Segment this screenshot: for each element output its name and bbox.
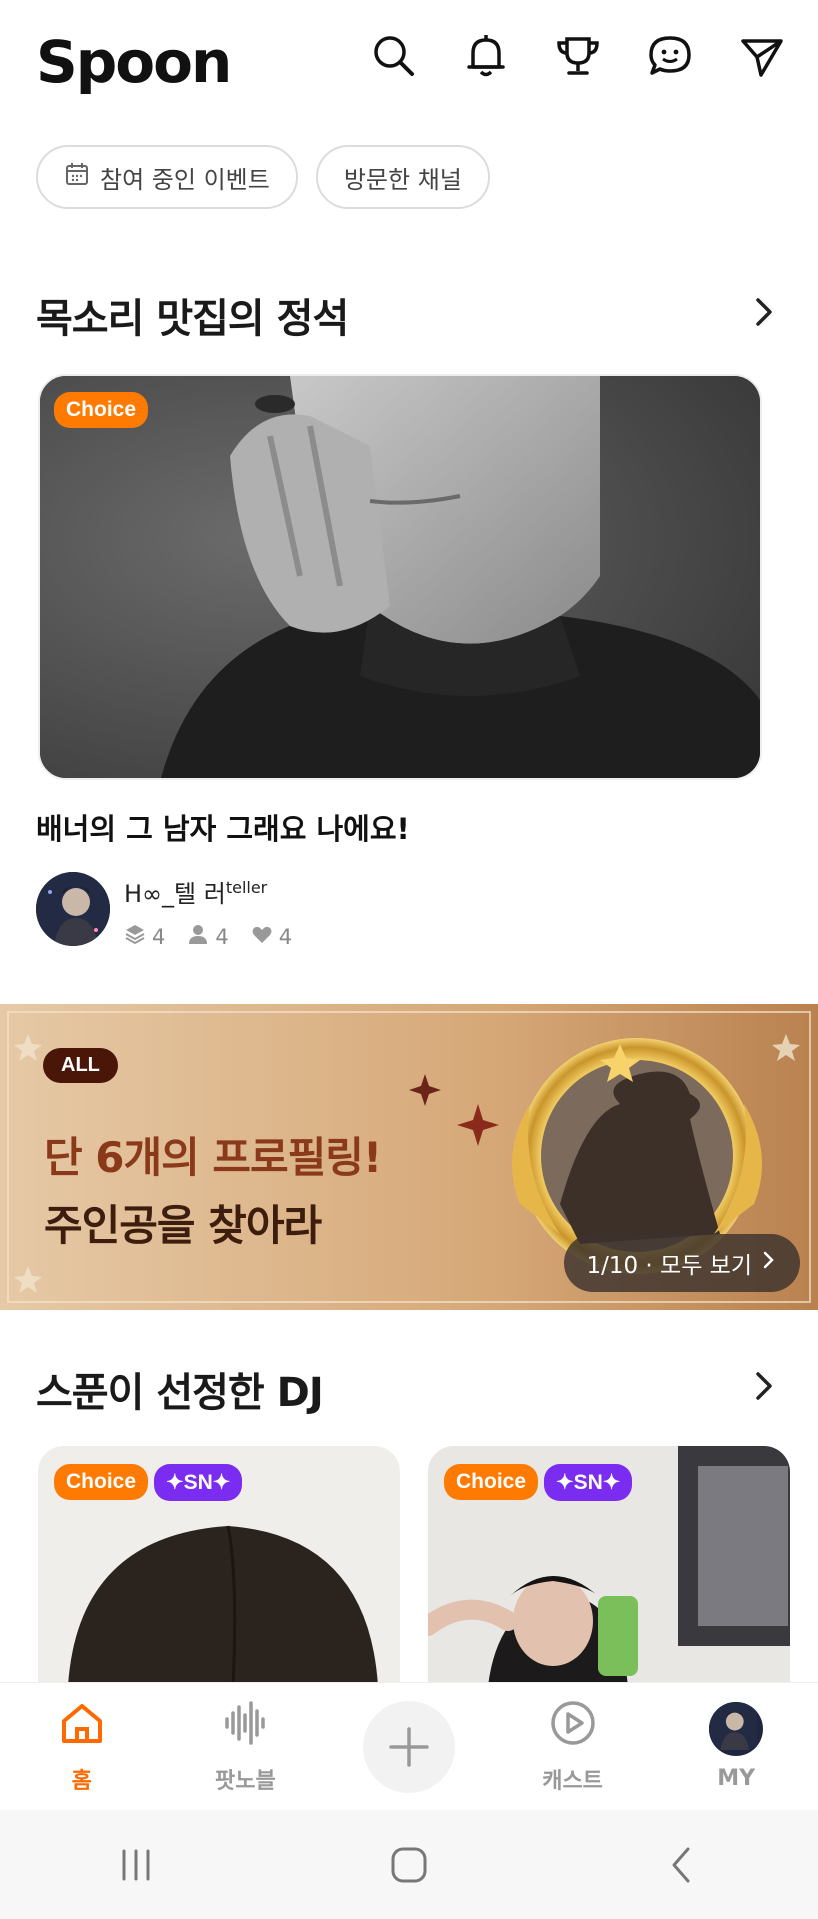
waveform-icon (221, 1699, 269, 1753)
stat-likes: 4 (251, 923, 292, 950)
search-icon[interactable] (368, 30, 420, 82)
header-actions (368, 30, 788, 82)
dj-card[interactable]: Choice ✦SN✦ (428, 1446, 790, 1686)
nav-cast-label: 캐스트 (542, 1768, 603, 1794)
stat-followers: 4 (187, 923, 229, 950)
play-circle-icon (549, 1699, 597, 1753)
pager-label: 1/10 · 모두 보기 (586, 1253, 752, 1279)
avatar[interactable] (36, 872, 110, 946)
trophy-icon[interactable] (552, 30, 604, 82)
home-icon (58, 1699, 106, 1753)
avatar (709, 1702, 764, 1756)
nav-my-label: MY (717, 1766, 756, 1791)
nav-create[interactable] (327, 1683, 491, 1810)
plus-icon[interactable] (362, 1700, 455, 1793)
dj-stats: 4 4 4 (124, 923, 292, 950)
event-headline: 단 6개의 프로필링! (44, 1133, 382, 1182)
dj-name-sup: teller (225, 878, 268, 897)
dj-text: H∞_텔 러teller 4 4 4 (124, 872, 292, 950)
nav-cast[interactable]: 캐스트 (491, 1683, 655, 1810)
stat-casts-value: 4 (152, 924, 166, 949)
sn-badge: ✦SN✦ (544, 1464, 633, 1501)
featured-photo (40, 376, 760, 778)
back-icon[interactable] (652, 1835, 712, 1895)
chip-label: 참여 중인 이벤트 (100, 165, 270, 194)
nav-home-label: 홈 (71, 1768, 92, 1794)
system-navigation-bar (0, 1810, 818, 1919)
event-subheadline: 주인공을 찾아라 (44, 1201, 322, 1250)
section-title-voice: 목소리 맛집의 정석 (36, 296, 349, 342)
banner-pager-button[interactable]: 1/10 · 모두 보기 (564, 1234, 800, 1292)
bell-icon[interactable] (460, 30, 512, 82)
chip-label: 방문한 채널 (343, 165, 462, 194)
stat-likes-value: 4 (278, 924, 293, 949)
choice-badge: Choice (54, 392, 149, 428)
stat-followers-value: 4 (215, 924, 229, 949)
event-banner[interactable]: ALL 단 6개의 프로필링! 주인공을 찾아라 1/10 · 모두 보기 (0, 1004, 818, 1310)
dj-card[interactable]: Choice ✦SN✦ (38, 1446, 400, 1686)
top-header: Spoon (0, 0, 818, 120)
dj-name: H∞_텔 러teller (124, 874, 292, 909)
sn-badge: ✦SN✦ (154, 1464, 243, 1501)
chevron-right-icon[interactable] (744, 292, 784, 332)
bottom-nav: 홈 팟노블 캐스트 MY (0, 1682, 818, 1810)
chevron-right-icon[interactable] (744, 1366, 784, 1406)
chevron-right-icon (758, 1250, 778, 1276)
chip-visited-channels[interactable]: 방문한 채널 (315, 145, 490, 209)
calendar-icon (64, 161, 90, 193)
heart-icon (251, 923, 273, 950)
chat-icon[interactable] (644, 30, 696, 82)
event-tag: ALL (43, 1048, 118, 1083)
nav-home[interactable]: 홈 (0, 1683, 164, 1810)
chip-participating-events[interactable]: 참여 중인 이벤트 (36, 145, 298, 209)
nav-my[interactable]: MY (654, 1683, 818, 1810)
send-icon[interactable] (736, 30, 788, 82)
featured-banner-card[interactable]: Choice (38, 374, 762, 780)
choice-badge: Choice (444, 1464, 539, 1500)
person-icon (187, 923, 209, 950)
section-title-dj: 스푼이 선정한 DJ (36, 1370, 324, 1416)
layers-icon (124, 923, 146, 950)
dj-name-text: H∞_텔 러 (124, 880, 226, 908)
filter-chips: 참여 중인 이벤트 방문한 채널 (36, 145, 490, 209)
choice-badge: Choice (54, 1464, 149, 1500)
home-button-icon[interactable] (379, 1835, 439, 1895)
post-title[interactable]: 배너의 그 남자 그래요 나에요! (36, 806, 410, 848)
dj-info-row[interactable]: H∞_텔 러teller 4 4 4 (36, 872, 292, 950)
stat-casts: 4 (124, 923, 165, 950)
nav-potnovel-label: 팟노블 (215, 1768, 276, 1794)
spoon-logo[interactable]: Spoon (36, 28, 232, 96)
nav-potnovel[interactable]: 팟노블 (164, 1683, 328, 1810)
recent-apps-icon[interactable] (106, 1835, 166, 1895)
